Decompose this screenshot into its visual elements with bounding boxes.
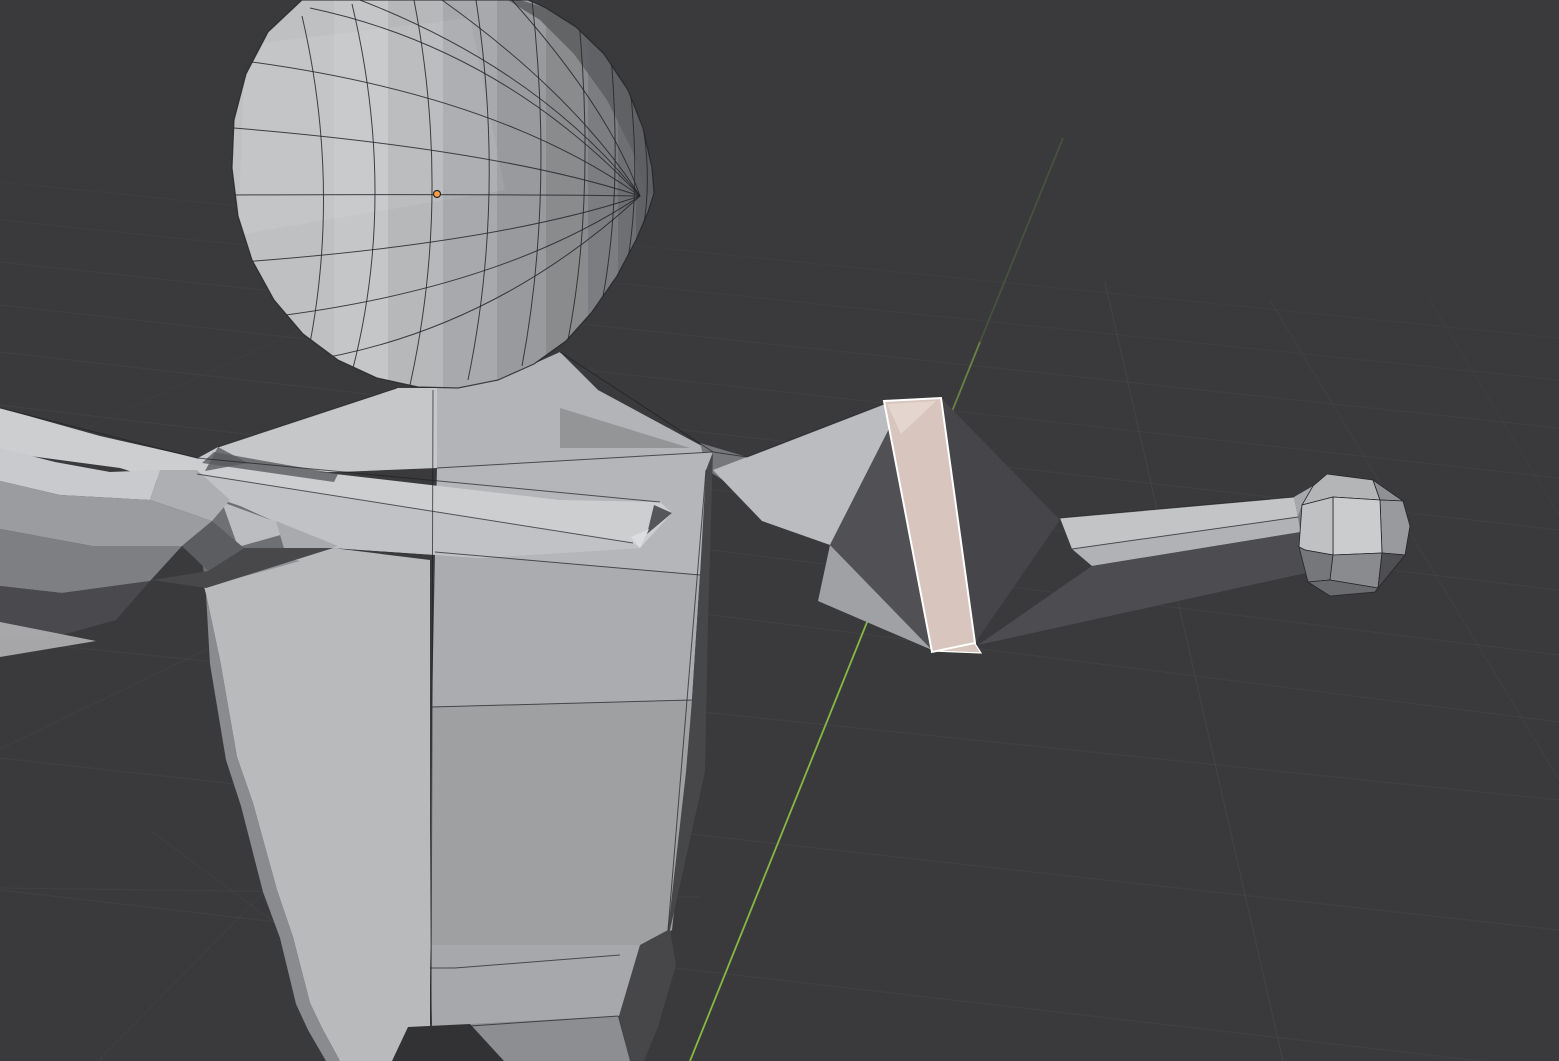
viewport-3d[interactable] bbox=[0, 0, 1559, 1061]
face-back-mid[interactable] bbox=[432, 552, 700, 707]
active-vertex[interactable] bbox=[434, 191, 441, 198]
face-back-lower[interactable] bbox=[430, 700, 692, 945]
face-hip-band[interactable] bbox=[430, 945, 650, 1026]
viewport-canvas[interactable] bbox=[0, 0, 1559, 1061]
head-shade-band bbox=[497, 0, 546, 400]
face-hand-center[interactable] bbox=[1333, 497, 1382, 555]
active-vertex-group[interactable] bbox=[434, 191, 441, 198]
face-hand-leftcol[interactable] bbox=[1299, 497, 1333, 555]
